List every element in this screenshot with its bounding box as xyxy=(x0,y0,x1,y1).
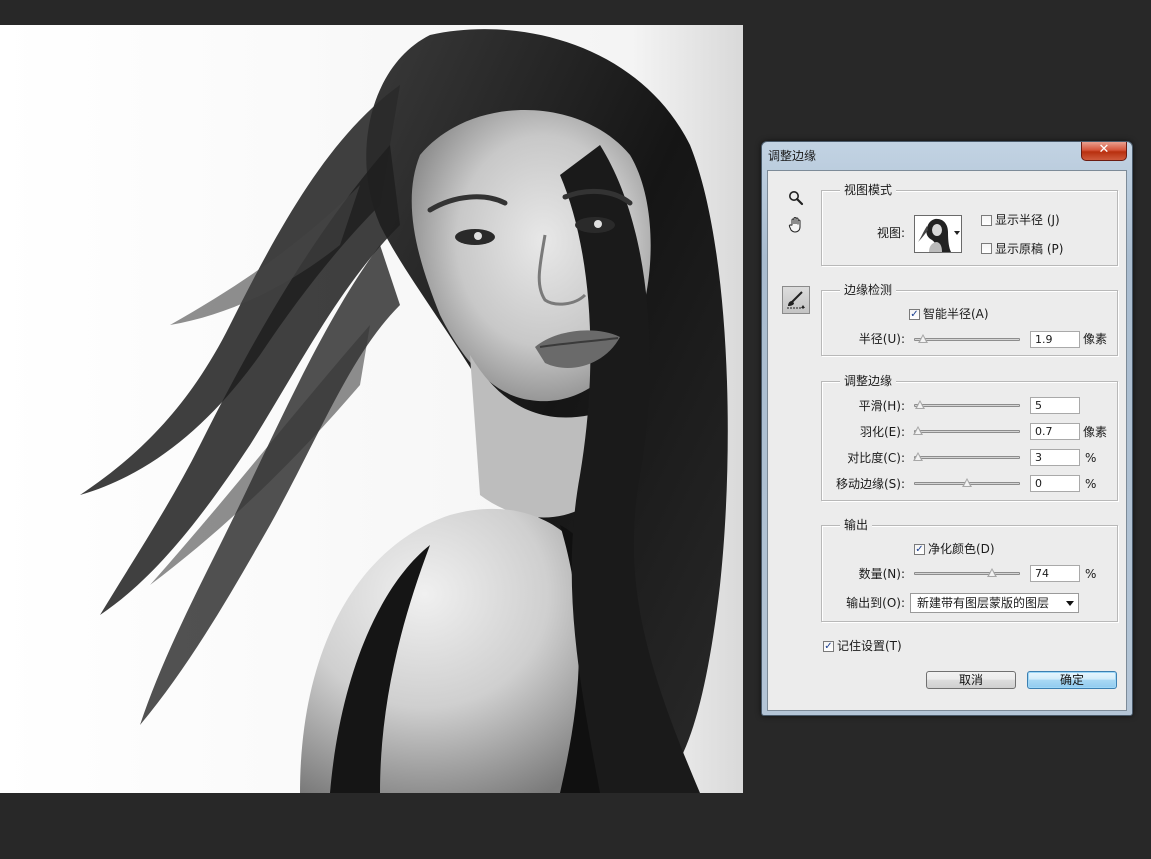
smooth-input[interactable] xyxy=(1030,397,1080,414)
contrast-label: 对比度(C): xyxy=(847,451,905,465)
amount-slider[interactable] xyxy=(914,568,1020,577)
refine-edge-dialog: 调整边缘 ✕ 视图模式 视图: 显示半径 (J) 显示原稿 (P) 边缘检测 ✓… xyxy=(761,141,1133,716)
smart-radius-label: 智能半径(A) xyxy=(923,307,989,321)
smooth-slider-thumb[interactable] xyxy=(915,400,926,409)
view-mode-picker[interactable] xyxy=(914,215,962,253)
refine-radius-tool[interactable] xyxy=(782,286,810,314)
cancel-button[interactable]: 取消 xyxy=(926,671,1016,689)
show-original-checkbox[interactable] xyxy=(981,243,992,254)
zoom-tool[interactable] xyxy=(784,190,808,212)
view-mode-legend: 视图模式 xyxy=(840,182,897,198)
feather-slider-thumb[interactable] xyxy=(913,426,924,435)
dialog-title: 调整边缘 xyxy=(768,149,817,163)
radius-unit: 像素 xyxy=(1083,332,1108,346)
adjust-edge-group: 调整边缘 平滑(H): 羽化(E): 像素 对比度(C): % 移动边缘(S): xyxy=(821,373,1118,501)
hand-tool[interactable] xyxy=(784,216,808,238)
close-button[interactable]: ✕ xyxy=(1081,142,1127,161)
view-thumbnail xyxy=(915,216,953,252)
portrait-photo xyxy=(0,25,743,793)
feather-slider[interactable] xyxy=(913,426,1020,435)
radius-input[interactable] xyxy=(1030,331,1080,348)
shift-edge-label: 移动边缘(S): xyxy=(835,477,905,491)
output-legend: 输出 xyxy=(840,517,873,533)
dialog-content: 视图模式 视图: 显示半径 (J) 显示原稿 (P) 边缘检测 ✓ 智能半径(A… xyxy=(767,170,1127,711)
canvas-image xyxy=(0,25,743,793)
zoom-icon xyxy=(789,191,804,206)
remember-settings-checkbox[interactable] xyxy=(823,641,834,652)
radius-slider[interactable] xyxy=(914,334,1020,343)
contrast-slider-thumb[interactable] xyxy=(913,452,924,461)
chevron-down-icon xyxy=(954,231,960,235)
view-thumbnail-image xyxy=(915,216,953,252)
output-to-value: 新建带有图层蒙版的图层 xyxy=(917,596,1050,610)
show-original-label: 显示原稿 (P) xyxy=(995,242,1064,256)
amount-input[interactable] xyxy=(1030,565,1080,582)
view-mode-group: 视图模式 视图: 显示半径 (J) 显示原稿 (P) xyxy=(821,182,1118,266)
amount-unit: % xyxy=(1085,567,1097,581)
feather-unit: 像素 xyxy=(1083,425,1108,439)
close-icon: ✕ xyxy=(1098,142,1110,157)
hand-icon xyxy=(788,217,801,233)
output-to-label: 输出到(O): xyxy=(846,596,905,610)
output-group: 输出 净化颜色(D) 数量(N): % 输出到(O): 新建带有图层蒙版的图层 xyxy=(821,517,1118,622)
show-radius-label: 显示半径 (J) xyxy=(995,213,1060,227)
refine-radius-brush-icon xyxy=(787,291,805,309)
smart-radius-checkbox[interactable] xyxy=(909,309,920,320)
decontaminate-colors-checkbox[interactable] xyxy=(914,544,925,555)
chevron-down-icon xyxy=(1066,601,1074,606)
contrast-unit: % xyxy=(1085,451,1097,465)
show-radius-checkbox[interactable] xyxy=(981,215,992,226)
feather-input[interactable] xyxy=(1030,423,1080,440)
shift-edge-slider[interactable] xyxy=(914,478,1020,487)
edge-detection-group: 边缘检测 智能半径(A) 半径(U): 像素 xyxy=(821,282,1118,356)
feather-label: 羽化(E): xyxy=(860,425,905,439)
remember-settings-label: 记住设置(T) xyxy=(837,639,902,653)
smooth-slider[interactable] xyxy=(914,400,1020,409)
amount-slider-thumb[interactable] xyxy=(986,568,997,577)
output-to-select[interactable]: 新建带有图层蒙版的图层 xyxy=(910,593,1079,613)
radius-slider-thumb[interactable] xyxy=(918,334,929,343)
radius-label: 半径(U): xyxy=(858,332,905,346)
shift-edge-unit: % xyxy=(1085,477,1097,491)
shift-edge-input[interactable] xyxy=(1030,475,1080,492)
contrast-input[interactable] xyxy=(1030,449,1080,466)
contrast-slider[interactable] xyxy=(913,452,1020,461)
view-label: 视图: xyxy=(877,226,906,240)
decontaminate-colors-label: 净化颜色(D) xyxy=(928,542,995,556)
shift-edge-slider-thumb[interactable] xyxy=(962,478,972,487)
edge-detection-legend: 边缘检测 xyxy=(840,282,897,298)
amount-label: 数量(N): xyxy=(858,567,905,581)
adjust-edge-legend: 调整边缘 xyxy=(840,373,897,389)
ok-button[interactable]: 确定 xyxy=(1027,671,1117,689)
dialog-title-bar[interactable]: 调整边缘 ✕ xyxy=(762,142,1132,168)
smooth-label: 平滑(H): xyxy=(858,399,905,413)
